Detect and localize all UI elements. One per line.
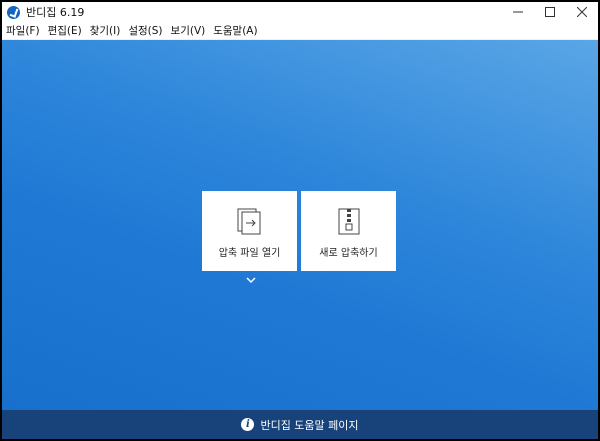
app-window: 반디집 6.19 파일(F) 편집(E) 찾기(I) 설정(S) 보기(V) 도… xyxy=(2,2,598,439)
menu-help[interactable]: 도움말(A) xyxy=(209,23,261,38)
help-footer[interactable]: i 반디집 도움말 페이지 xyxy=(2,410,598,439)
menu-find[interactable]: 찾기(I) xyxy=(86,23,125,38)
open-archive-button[interactable]: 압축 파일 열기 xyxy=(202,191,297,271)
menu-settings[interactable]: 설정(S) xyxy=(124,23,166,38)
chevron-down-icon[interactable] xyxy=(245,275,257,285)
open-archive-label: 압축 파일 열기 xyxy=(218,248,281,259)
maximize-button[interactable] xyxy=(534,2,566,22)
close-icon xyxy=(577,7,587,17)
menu-bar: 파일(F) 편집(E) 찾기(I) 설정(S) 보기(V) 도움말(A) xyxy=(2,22,598,40)
action-cards: 압축 파일 열기 새로 압축하기 xyxy=(202,191,396,271)
close-button[interactable] xyxy=(566,2,598,22)
menu-file[interactable]: 파일(F) xyxy=(2,23,44,38)
zip-file-icon xyxy=(338,208,359,235)
info-icon: i xyxy=(241,418,255,431)
new-archive-label: 새로 압축하기 xyxy=(319,248,378,259)
title-bar[interactable]: 반디집 6.19 xyxy=(2,2,598,22)
open-archive-icon xyxy=(237,208,260,235)
new-archive-button[interactable]: 새로 압축하기 xyxy=(301,191,396,271)
menu-view[interactable]: 보기(V) xyxy=(167,23,210,38)
window-controls xyxy=(502,2,598,22)
window-title: 반디집 6.19 xyxy=(26,6,85,19)
menu-edit[interactable]: 편집(E) xyxy=(44,23,86,38)
main-panel: 압축 파일 열기 새로 압축하기 xyxy=(2,40,598,410)
help-page-link[interactable]: 반디집 도움말 페이지 xyxy=(260,417,358,433)
bandizip-logo-icon xyxy=(7,5,20,19)
minimize-button[interactable] xyxy=(502,2,534,22)
minimize-icon xyxy=(513,11,523,13)
maximize-icon xyxy=(545,7,555,17)
